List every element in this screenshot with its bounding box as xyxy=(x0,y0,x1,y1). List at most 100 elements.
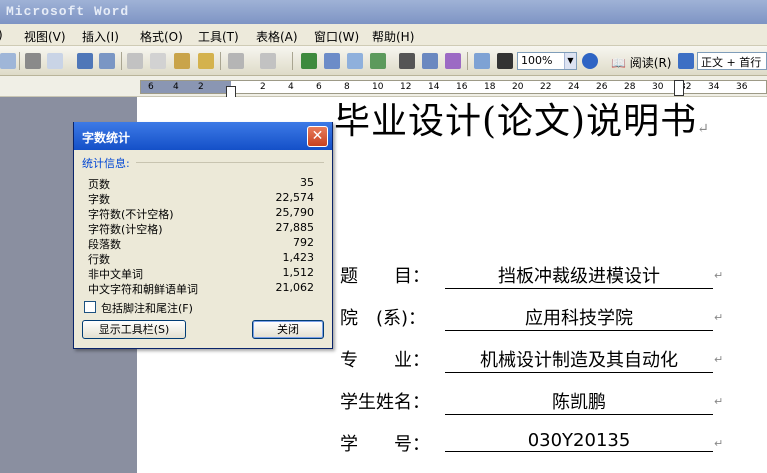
style-combo[interactable]: 正文 + 首行 xyxy=(697,52,767,70)
document-map-icon[interactable] xyxy=(445,53,461,69)
copy-icon[interactable] xyxy=(150,53,166,69)
ruler-tick-label: 6 xyxy=(148,82,154,92)
separator xyxy=(467,52,468,70)
columns-icon[interactable] xyxy=(399,53,415,69)
undo-icon[interactable] xyxy=(228,53,244,69)
tables-borders-icon[interactable] xyxy=(324,53,340,69)
separator xyxy=(19,52,20,70)
include-footnotes-label[interactable]: 包括脚注和尾注(F) xyxy=(101,300,193,316)
paragraph-marks-icon[interactable] xyxy=(497,53,513,69)
include-footnotes-checkbox[interactable] xyxy=(84,301,96,313)
toolbar-options-icon[interactable] xyxy=(678,53,694,69)
stat-row: 字符数(不计空格) 25,790 xyxy=(88,206,314,221)
read-button[interactable]: 📖 阅读(R) xyxy=(611,54,671,71)
menu-window[interactable]: 窗口(W) xyxy=(314,28,359,45)
stat-value: 27,885 xyxy=(275,221,315,234)
separator xyxy=(121,52,122,70)
field-value-student-name: 陈凯鹏 xyxy=(445,388,713,415)
ruler-tick-label: 28 xyxy=(624,82,636,92)
paragraph-mark: ↵ xyxy=(714,269,724,282)
stat-value: 25,790 xyxy=(275,206,315,219)
stat-row: 非中文单词 1,512 xyxy=(88,266,314,281)
field-label-topic: 题 目： xyxy=(340,266,430,287)
ruler-tick-label: 20 xyxy=(512,82,524,92)
spelling-icon[interactable] xyxy=(77,53,93,69)
print-preview-icon[interactable] xyxy=(47,53,63,69)
close-button[interactable]: 关闭 xyxy=(252,320,324,339)
dialog-title-bar[interactable]: 字数统计 ✕ xyxy=(74,122,332,150)
document-title-text: 毕业设计(论文)说明书 xyxy=(334,101,698,142)
dialog-title: 字数统计 xyxy=(82,131,131,145)
insert-table-icon[interactable] xyxy=(347,53,363,69)
paragraph-mark: ↵ xyxy=(714,311,724,324)
window-title: Microsoft Word xyxy=(0,0,767,24)
ruler-tick-label: 2 xyxy=(260,82,266,92)
stat-row: 行数 1,423 xyxy=(88,251,314,266)
stat-label: 字符数(不计空格) xyxy=(88,208,174,221)
field-label-student-name: 学生姓名： xyxy=(340,392,430,413)
drawing-icon[interactable] xyxy=(422,53,438,69)
menu-format[interactable]: 格式(O) xyxy=(140,28,183,45)
separator xyxy=(220,52,221,70)
stat-value: 1,423 xyxy=(282,251,315,264)
document-title: 毕业设计(论文)说明书↵ xyxy=(334,92,710,144)
ruler-tick-label: 36 xyxy=(736,82,748,92)
zoom-value: 100% xyxy=(521,54,553,67)
standard-toolbar: 100% ▼ 📖 阅读(R) 正文 + 首行 xyxy=(0,46,767,76)
print-icon[interactable] xyxy=(25,53,41,69)
cut-icon[interactable] xyxy=(127,53,143,69)
save-icon[interactable] xyxy=(0,53,16,69)
read-label: 阅读(R) xyxy=(629,56,672,70)
show-hide-icon[interactable] xyxy=(474,53,490,69)
ruler-tick-label: 4 xyxy=(288,82,294,92)
ruler-tick-label: 26 xyxy=(596,82,608,92)
hyperlink-icon[interactable] xyxy=(301,53,317,69)
stat-row: 字符数(计空格) 27,885 xyxy=(88,221,314,236)
stat-label: 字符数(计空格) xyxy=(88,223,163,236)
menu-tools[interactable]: 工具(T) xyxy=(198,28,239,45)
redo-icon[interactable] xyxy=(260,53,276,69)
stat-value: 21,062 xyxy=(275,281,315,294)
research-icon[interactable] xyxy=(99,53,115,69)
ruler-tick-label: 8 xyxy=(344,82,350,92)
ruler-tick-label: 2 xyxy=(198,82,204,92)
menu-edit-fragment[interactable]: ) xyxy=(0,28,3,42)
stat-label: 非中文单词 xyxy=(88,268,143,281)
stat-value: 1,512 xyxy=(282,266,315,279)
chevron-down-icon[interactable]: ▼ xyxy=(564,53,576,69)
field-value-major: 机械设计制造及其自动化 xyxy=(445,346,713,373)
stat-label: 页数 xyxy=(88,178,110,191)
stat-label: 行数 xyxy=(88,253,110,266)
paragraph-mark: ↵ xyxy=(714,395,724,408)
stat-value: 792 xyxy=(293,236,314,249)
menu-insert[interactable]: 插入(I) xyxy=(82,28,119,45)
field-label-student-id: 学 号： xyxy=(340,434,430,455)
divider xyxy=(136,162,324,163)
separator xyxy=(292,52,293,70)
help-icon[interactable] xyxy=(582,53,598,69)
field-value-department: 应用科技学院 xyxy=(445,304,713,331)
word-count-dialog: 字数统计 ✕ 统计信息: 页数 35 字数 22,574 字符数(不计空格) 25,79… xyxy=(73,122,333,349)
show-toolbar-button[interactable]: 显示工具栏(S) xyxy=(82,320,186,339)
format-painter-icon[interactable] xyxy=(198,53,214,69)
insert-excel-icon[interactable] xyxy=(370,53,386,69)
field-value-student-id: 030Y20135 xyxy=(445,430,713,452)
paragraph-mark: ↵ xyxy=(697,121,710,137)
stat-row: 页数 35 xyxy=(88,176,314,191)
stat-value: 35 xyxy=(300,176,314,189)
ruler-tick-label: 24 xyxy=(568,82,580,92)
stat-value: 22,574 xyxy=(275,191,315,204)
close-icon[interactable]: ✕ xyxy=(307,126,328,147)
zoom-combo[interactable]: 100% ▼ xyxy=(517,52,577,70)
stat-row: 中文字符和朝鲜语单词 21,062 xyxy=(88,281,314,296)
ruler-left-margin xyxy=(141,81,231,93)
ruler-tick-label: 4 xyxy=(173,82,179,92)
stats-section-label: 统计信息: xyxy=(82,157,130,170)
menu-table[interactable]: 表格(A) xyxy=(256,28,298,45)
ruler-tick-label: 16 xyxy=(456,82,468,92)
menu-help[interactable]: 帮助(H) xyxy=(372,28,414,45)
ruler-tick-label: 22 xyxy=(540,82,552,92)
ruler-tick-label: 12 xyxy=(400,82,412,92)
paste-icon[interactable] xyxy=(174,53,190,69)
menu-view[interactable]: 视图(V) xyxy=(24,28,66,45)
